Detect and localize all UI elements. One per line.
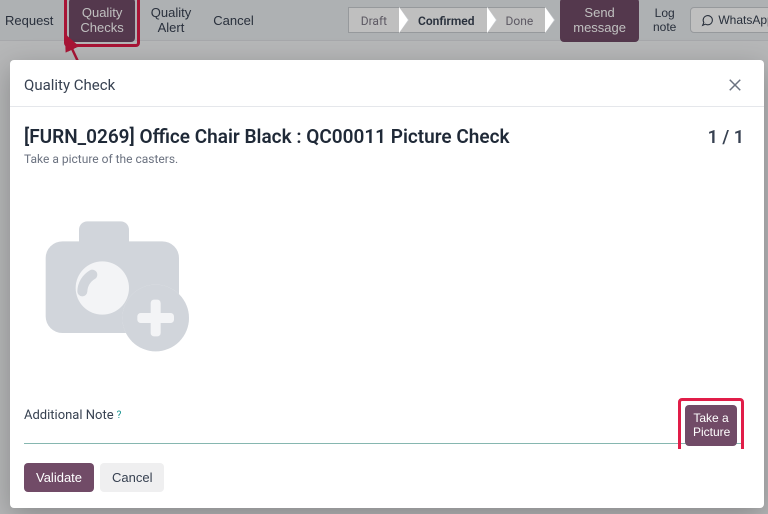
additional-note-label: Additional Note ? bbox=[24, 408, 124, 423]
modal-footer: Validate Cancel bbox=[10, 449, 764, 508]
additional-note-label-text: Additional Note bbox=[24, 408, 114, 423]
annotation-highlight-take-picture: Take a Picture bbox=[678, 398, 744, 449]
additional-note-row: Additional Note ? Take a Picture bbox=[24, 388, 744, 444]
check-title: [FURN_0269] Office Chair Black : QC00011… bbox=[24, 125, 510, 148]
help-icon[interactable]: ? bbox=[117, 410, 122, 421]
validate-button[interactable]: Validate bbox=[24, 463, 94, 492]
additional-note-input[interactable] bbox=[142, 404, 590, 427]
camera-placeholder-icon[interactable] bbox=[34, 208, 204, 358]
quality-check-modal: Quality Check [FURN_0269] Office Chair B… bbox=[10, 60, 764, 508]
modal-header: Quality Check bbox=[10, 60, 764, 107]
step-counter: 1 / 1 bbox=[708, 127, 744, 148]
close-icon[interactable] bbox=[726, 76, 744, 94]
modal-body: [FURN_0269] Office Chair Black : QC00011… bbox=[10, 107, 764, 449]
take-picture-button[interactable]: Take a Picture bbox=[685, 405, 737, 446]
check-subtitle: Take a picture of the casters. bbox=[24, 152, 744, 166]
modal-title: Quality Check bbox=[24, 76, 115, 94]
modal-cancel-button[interactable]: Cancel bbox=[100, 463, 164, 492]
